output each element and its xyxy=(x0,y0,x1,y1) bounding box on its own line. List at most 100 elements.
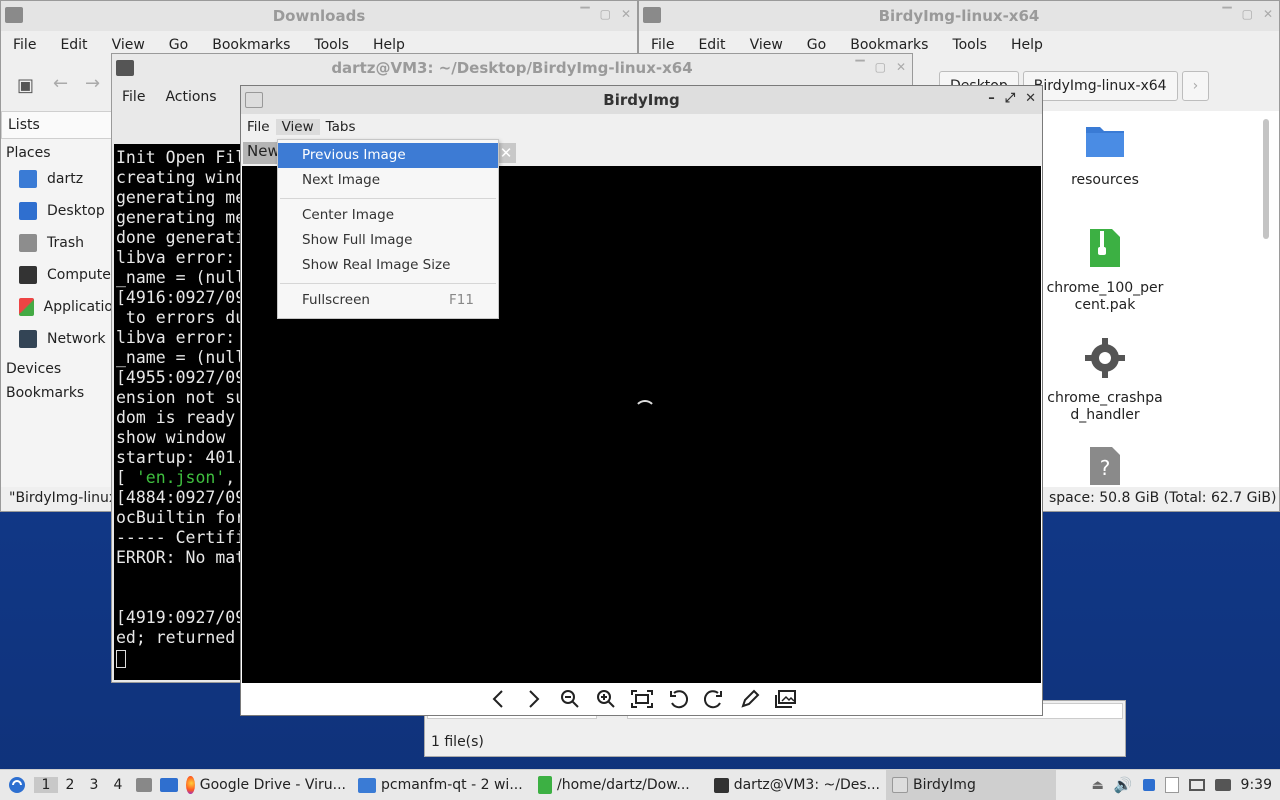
task-archive[interactable]: /home/dartz/Dow... xyxy=(532,770,708,800)
workspace-4[interactable]: 4 xyxy=(106,777,130,793)
place-desktop[interactable]: Desktop xyxy=(1,195,113,227)
menu-view[interactable]: View xyxy=(100,37,157,53)
menu-item-next-image[interactable]: Next Image xyxy=(278,168,498,193)
chevron-right-icon[interactable]: › xyxy=(1181,71,1210,101)
desktop-launcher-icon[interactable] xyxy=(158,770,180,800)
task-terminal[interactable]: dartz@VM3: ~/Des... xyxy=(708,770,886,800)
start-menu-icon[interactable] xyxy=(0,770,34,800)
devices-header[interactable]: Devices xyxy=(1,355,113,379)
status-text: 1 file(s) xyxy=(431,734,484,750)
menu-tabs[interactable]: Tabs xyxy=(320,119,362,135)
minimize-icon[interactable]: – xyxy=(988,91,995,106)
previous-icon[interactable] xyxy=(485,686,511,712)
maximize-icon[interactable]: ⤢ xyxy=(1005,91,1015,106)
menu-item-center-image[interactable]: Center Image xyxy=(278,203,498,228)
menu-bookmarks[interactable]: Bookmarks xyxy=(200,37,302,53)
next-icon[interactable] xyxy=(521,686,547,712)
menu-tools[interactable]: Tools xyxy=(302,37,361,53)
file-manager-launcher-icon[interactable] xyxy=(130,770,158,800)
menu-bookmarks[interactable]: Bookmarks xyxy=(838,37,940,53)
network-icon xyxy=(19,330,37,348)
new-tab-icon[interactable]: ▣ xyxy=(17,75,34,96)
menu-item-show-real-image-size[interactable]: Show Real Image Size xyxy=(278,253,498,278)
maximize-icon[interactable]: ▢ xyxy=(875,60,886,74)
side-pane-mode[interactable]: Lists xyxy=(1,111,113,139)
task-pcmanfm[interactable]: pcmanfm-qt - 2 wi... xyxy=(352,770,532,800)
minimize-icon[interactable]: ▔ xyxy=(1222,7,1231,21)
workspace-3[interactable]: 3 xyxy=(82,777,106,793)
tab-close-icon[interactable]: ✕ xyxy=(496,143,516,163)
menu-go[interactable]: Go xyxy=(795,37,838,53)
close-icon[interactable]: ✕ xyxy=(896,60,906,74)
bookmarks-header[interactable]: Bookmarks xyxy=(1,379,113,403)
file-item[interactable]: resources xyxy=(1043,119,1167,189)
back-icon[interactable]: ← xyxy=(53,73,68,94)
menu-file[interactable]: File xyxy=(241,119,276,135)
workspace-1[interactable]: 1 xyxy=(34,777,58,793)
zoom-out-icon[interactable] xyxy=(557,686,583,712)
display-icon[interactable] xyxy=(1188,779,1205,791)
workspace-2[interactable]: 2 xyxy=(58,777,82,793)
place-label: Desktop xyxy=(47,203,105,219)
place-network[interactable]: Network xyxy=(1,323,113,355)
keyboard-icon[interactable] xyxy=(1214,779,1231,791)
gallery-icon[interactable] xyxy=(773,686,799,712)
birdyimg-icon xyxy=(892,777,908,793)
menu-actions[interactable]: Actions xyxy=(155,89,226,105)
update-icon[interactable] xyxy=(1142,779,1155,791)
downloads-titlebar[interactable]: Downloads ▔ ▢ ✕ xyxy=(1,1,637,31)
trash-icon xyxy=(19,234,37,252)
maximize-icon[interactable]: ▢ xyxy=(1242,7,1253,21)
task-firefox[interactable]: Google Drive - Viru... xyxy=(180,770,352,800)
rotate-right-icon[interactable] xyxy=(701,686,727,712)
places-header[interactable]: Places xyxy=(1,139,113,163)
close-icon[interactable]: ✕ xyxy=(621,7,631,21)
clipboard-icon[interactable] xyxy=(1164,777,1179,793)
menu-file[interactable]: File xyxy=(639,37,686,53)
menu-file[interactable]: File xyxy=(112,89,155,105)
scrollbar-thumb[interactable] xyxy=(1263,119,1269,239)
menu-edit[interactable]: Edit xyxy=(48,37,99,53)
file-item[interactable]: chrome_crashpa d_handler xyxy=(1043,337,1167,424)
file-item[interactable]: chrome_100_per cent.pak xyxy=(1043,227,1167,314)
menu-view[interactable]: View xyxy=(738,37,795,53)
app-icon xyxy=(245,92,263,108)
place-trash[interactable]: Trash xyxy=(1,227,113,259)
terminal-cursor xyxy=(116,649,126,668)
clock[interactable]: 9:39 xyxy=(1241,777,1272,793)
place-home[interactable]: dartz xyxy=(1,163,113,195)
menu-view[interactable]: View xyxy=(275,119,320,135)
place-applications[interactable]: Applicatio xyxy=(1,291,113,323)
terminal-titlebar[interactable]: dartz@VM3: ~/Desktop/BirdyImg-linux-x64 … xyxy=(112,54,912,82)
minimize-icon[interactable]: ▔ xyxy=(855,60,864,74)
window-title: BirdyImg xyxy=(603,91,680,109)
image-toolbar xyxy=(241,683,1042,715)
rotate-left-icon[interactable] xyxy=(665,686,691,712)
eject-icon[interactable]: ⏏ xyxy=(1092,778,1104,793)
zoom-in-icon[interactable] xyxy=(593,686,619,712)
close-icon[interactable]: ✕ xyxy=(1263,7,1273,21)
fm2-titlebar[interactable]: BirdyImg-linux-x64 ▔ ▢ ✕ xyxy=(639,1,1279,31)
menu-item-fullscreen[interactable]: Fullscreen F11 xyxy=(278,288,498,313)
edit-icon[interactable] xyxy=(737,686,763,712)
menu-file[interactable]: File xyxy=(1,37,48,53)
menu-tools[interactable]: Tools xyxy=(940,37,999,53)
menu-help[interactable]: Help xyxy=(999,37,1055,53)
forward-icon[interactable]: → xyxy=(85,73,100,94)
menu-item-show-full-image[interactable]: Show Full Image xyxy=(278,228,498,253)
birdyimg-titlebar[interactable]: BirdyImg – ⤢ ✕ xyxy=(241,86,1042,114)
maximize-icon[interactable]: ▢ xyxy=(600,7,611,21)
folder-icon xyxy=(358,777,376,793)
crumb-birdyimg[interactable]: BirdyImg-linux-x64 xyxy=(1022,71,1178,101)
minimize-icon[interactable]: ▔ xyxy=(580,7,589,21)
menu-edit[interactable]: Edit xyxy=(686,37,737,53)
menu-help[interactable]: Help xyxy=(361,37,417,53)
place-computer[interactable]: Compute xyxy=(1,259,113,291)
fit-icon[interactable] xyxy=(629,686,655,712)
close-icon[interactable]: ✕ xyxy=(1025,91,1036,106)
menu-go[interactable]: Go xyxy=(157,37,200,53)
menu-item-previous-image[interactable]: Previous Image xyxy=(278,143,498,168)
task-birdyimg[interactable]: BirdyImg xyxy=(886,769,1056,800)
place-label: dartz xyxy=(47,171,84,187)
volume-icon[interactable]: 🔊 xyxy=(1114,776,1133,794)
